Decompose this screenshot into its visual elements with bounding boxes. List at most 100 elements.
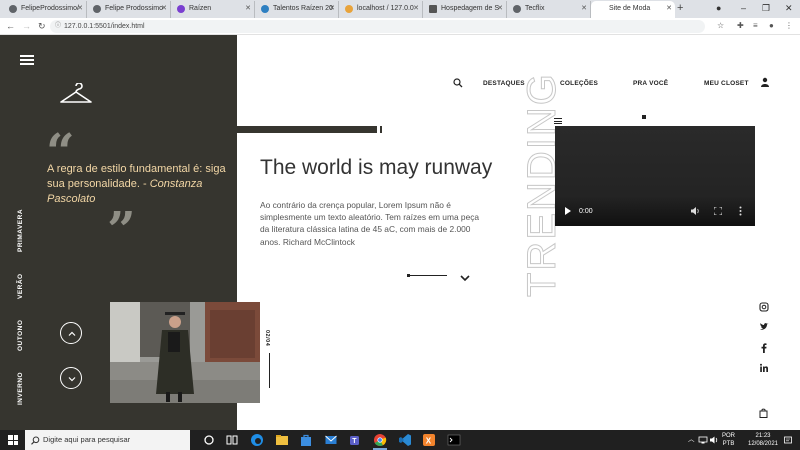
chevron-down-icon [68, 377, 76, 382]
cortana-icon[interactable] [202, 433, 216, 447]
small-dot [642, 115, 646, 119]
svg-text:X: X [426, 437, 432, 446]
instagram-icon[interactable] [759, 302, 769, 312]
hero-title: The world is may runway [260, 156, 493, 179]
back-arrow-icon[interactable]: ← [6, 18, 15, 34]
tray-expand-icon[interactable]: ︿ [688, 430, 695, 450]
github-icon [93, 5, 101, 13]
close-icon[interactable]: ✕ [497, 1, 503, 17]
clock-time: 21:23 [755, 433, 771, 439]
forward-arrow-icon[interactable]: → [22, 18, 31, 34]
search-icon[interactable] [453, 78, 463, 88]
search-icon [31, 436, 40, 445]
language-indicator[interactable]: POR PTB [722, 432, 735, 448]
xampp-icon[interactable]: X [422, 433, 436, 447]
user-icon[interactable] [760, 77, 770, 87]
task-view-icon[interactable] [225, 433, 239, 447]
network-icon[interactable] [698, 435, 708, 445]
chrome-icon[interactable] [373, 433, 387, 447]
terminal-icon[interactable] [447, 433, 461, 447]
scroll-up-button[interactable] [60, 322, 82, 344]
windows-start-icon[interactable] [8, 435, 18, 445]
season-verao[interactable]: VERÃO [17, 272, 35, 300]
volume-icon[interactable] [709, 435, 719, 445]
close-icon[interactable]: ✕ [413, 1, 419, 17]
browser-tab[interactable]: FelipeProdossimo/ ✕ [3, 1, 87, 18]
nav-destaques[interactable]: DESTAQUES [483, 80, 525, 87]
reload-icon[interactable]: ↻ [38, 18, 46, 34]
maximize-icon[interactable]: ❐ [762, 0, 770, 17]
notifications-icon[interactable] [783, 435, 793, 445]
taskbar-clock[interactable]: 21:23 12/08/2021 [746, 432, 780, 448]
media-icon[interactable]: ≡ [753, 18, 758, 34]
browser-tab[interactable]: Raízen ✕ [171, 1, 255, 18]
browser-tab[interactable]: Hospedagem de S ✕ [423, 1, 507, 18]
more-options-icon[interactable] [739, 206, 742, 216]
teams-icon[interactable]: T [348, 433, 362, 447]
season-outono[interactable]: OUTONO [17, 318, 35, 352]
twitter-icon[interactable] [759, 322, 769, 332]
browser-tab-strip: FelipeProdossimo/ ✕ Felipe Prodossimo ✕ … [0, 0, 800, 18]
fashion-photo [110, 302, 260, 403]
github-icon [9, 5, 17, 13]
play-icon[interactable] [564, 207, 572, 215]
profile-sync-icon[interactable]: ● [716, 0, 721, 17]
video-time: 0:00 [579, 208, 593, 215]
close-icon[interactable]: ✕ [666, 1, 672, 17]
vscode-icon[interactable] [398, 433, 412, 447]
tab-title: Felipe Prodossimo [105, 5, 163, 12]
sidebar-quote: A regra de estilo fundamental é: siga su… [47, 162, 237, 207]
close-icon[interactable]: ✕ [77, 1, 83, 17]
shopping-bag-icon[interactable] [759, 408, 768, 418]
keyboard-layout: PTB [722, 441, 735, 447]
nav-colecoes[interactable]: COLEÇÕES [560, 80, 598, 87]
browser-tab-active[interactable]: Site de Moda ✕ [591, 1, 675, 18]
browser-tab[interactable]: Talentos Raízen 20 ✕ [255, 1, 339, 18]
tab-title: Site de Moda [609, 5, 651, 12]
browser-tab[interactable]: Felipe Prodossimo ✕ [87, 1, 171, 18]
fullscreen-icon[interactable] [714, 207, 722, 215]
browser-menu-icon[interactable]: ⋮ [785, 18, 793, 34]
close-icon[interactable]: ✕ [245, 1, 251, 17]
close-icon[interactable]: ✕ [329, 1, 335, 17]
close-icon[interactable]: ✕ [581, 1, 587, 17]
browser-toolbar: ← → ↻ ⓘ 127.0.0.1:5501/index.html ☆ ✚ ≡ … [0, 18, 800, 35]
browser-tab[interactable]: localhost / 127.0.0 ✕ [339, 1, 423, 18]
small-menu-icon[interactable] [554, 118, 562, 124]
quote-close-icon: ” [107, 200, 136, 259]
minimize-icon[interactable]: – [741, 0, 746, 17]
menu-icon[interactable] [20, 55, 34, 65]
slide-indicator-dot [407, 274, 410, 277]
video-player[interactable]: 0:00 [555, 126, 755, 226]
edge-icon[interactable] [250, 433, 264, 447]
taskbar-search-field[interactable]: Digite aqui para pesquisar [25, 430, 190, 450]
hero-text: Ao contrário da crença popular, Lorem Ip… [260, 200, 480, 247]
slide-indicator-line [407, 275, 447, 276]
linkedin-icon[interactable] [759, 363, 769, 373]
info-icon[interactable]: ⓘ [55, 20, 61, 33]
season-primavera[interactable]: PRIMAVERA [17, 208, 35, 253]
season-inverno[interactable]: INVERNO [17, 371, 35, 405]
nav-pra-voce[interactable]: PRA VOCÊ [633, 80, 668, 87]
nav-meu-closet[interactable]: MEU CLOSET [704, 80, 749, 87]
close-icon[interactable]: ✕ [161, 1, 167, 17]
video-controls: 0:00 [555, 196, 755, 226]
file-explorer-icon[interactable] [275, 433, 289, 447]
new-tab-plus-icon[interactable]: + [677, 1, 683, 16]
store-icon[interactable] [299, 433, 313, 447]
taskbar-search-placeholder: Digite aqui para pesquisar [43, 435, 131, 444]
mail-icon[interactable] [324, 433, 338, 447]
chevron-down-icon[interactable] [459, 272, 471, 284]
page-content: “ A regra de estilo fundamental é: siga … [0, 35, 800, 430]
profile-avatar-icon[interactable]: ● [769, 18, 774, 34]
facebook-icon[interactable] [759, 343, 769, 353]
address-bar[interactable]: ⓘ 127.0.0.1:5501/index.html [50, 20, 705, 33]
slide-counter: 02/04 [264, 330, 270, 347]
browser-tab[interactable]: Tecflix ✕ [507, 1, 591, 18]
bookmark-star-icon[interactable]: ☆ [717, 18, 724, 34]
extensions-icon[interactable]: ✚ [737, 18, 744, 34]
clock-date: 12/08/2021 [747, 441, 779, 447]
scroll-down-button[interactable] [60, 367, 82, 389]
volume-icon[interactable] [691, 207, 700, 215]
window-close-icon[interactable]: ✕ [785, 0, 793, 17]
